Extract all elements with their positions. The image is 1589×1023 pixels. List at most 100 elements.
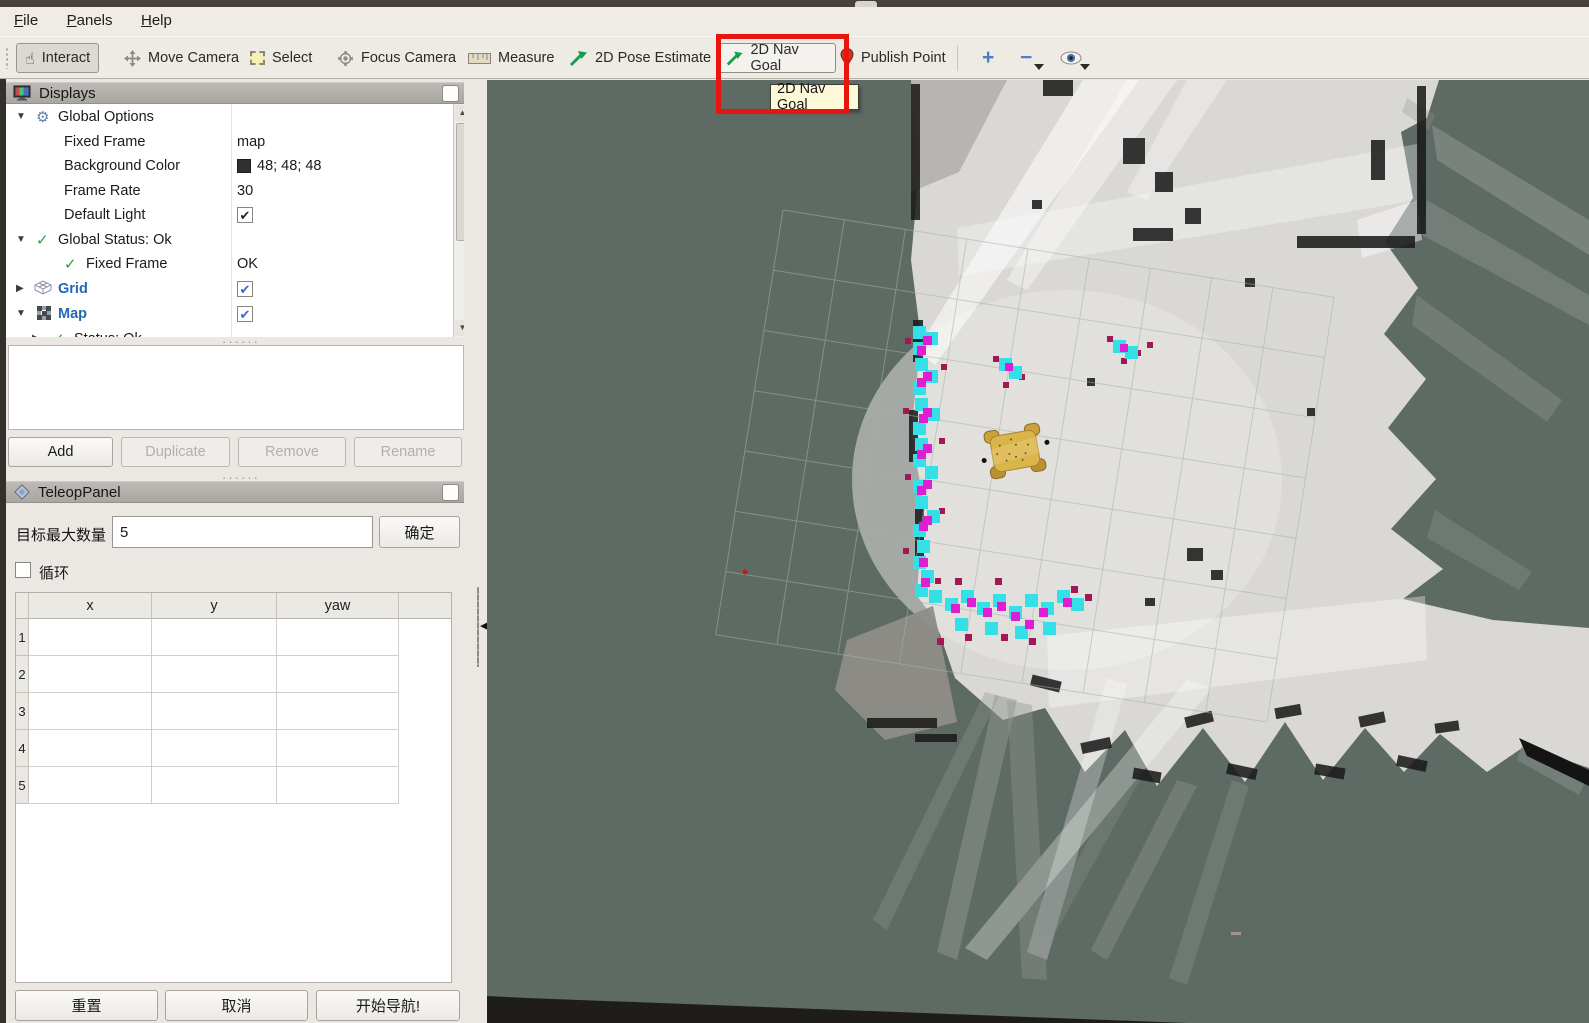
cell-x-5[interactable] <box>29 767 152 804</box>
cell-x-2[interactable] <box>29 656 152 693</box>
tree-scrollbar[interactable]: ▲ ▼ <box>453 104 464 337</box>
expander-open-icon[interactable]: ▼ <box>16 308 26 319</box>
rename-display-button[interactable]: Rename <box>354 437 462 467</box>
select-tool-button[interactable]: Select <box>242 43 320 73</box>
menu-panels[interactable]: Panels <box>57 7 123 29</box>
teleop-float-button[interactable] <box>442 484 459 501</box>
scroll-down-icon[interactable]: ▼ <box>455 320 464 336</box>
cell-y-1[interactable] <box>152 619 277 656</box>
cell-yaw-2[interactable] <box>277 656 399 693</box>
grid-display-icon <box>34 280 52 296</box>
gear-icon: ⚙ <box>36 108 49 126</box>
cell-y-5[interactable] <box>152 767 277 804</box>
column-header-y[interactable]: y <box>152 593 277 619</box>
menu-bar: File Panels Help <box>0 7 1589 36</box>
dock-viewport-splitter[interactable]: ◀ <box>464 79 487 1023</box>
default-light-checkbox[interactable]: ✔ <box>237 207 253 223</box>
cancel-button[interactable]: 取消 <box>165 990 308 1021</box>
plus-icon: + <box>982 49 994 67</box>
goals-table[interactable]: x y yaw 1 2 3 4 5 <box>15 592 452 983</box>
expander-open-icon[interactable]: ▼ <box>16 234 26 245</box>
color-swatch[interactable] <box>237 159 251 173</box>
displays-float-button[interactable] <box>442 85 459 102</box>
menu-help[interactable]: Help <box>131 7 182 29</box>
toolbar-grip[interactable] <box>5 47 10 69</box>
row-header-5[interactable]: 5 <box>16 767 29 804</box>
max-goals-input[interactable]: 5 <box>112 516 373 548</box>
cell-x-4[interactable] <box>29 730 152 767</box>
column-header-yaw[interactable]: yaw <box>277 593 399 619</box>
scroll-up-icon[interactable]: ▲ <box>455 105 464 121</box>
duplicate-display-button[interactable]: Duplicate <box>121 437 230 467</box>
remove-display-button[interactable]: Remove <box>238 437 346 467</box>
move-camera-tool-button[interactable]: Move Camera <box>116 43 247 73</box>
visibility-dropdown-icon[interactable] <box>1080 64 1090 70</box>
row-header-2[interactable]: 2 <box>16 656 29 693</box>
confirm-button[interactable]: 确定 <box>379 516 460 548</box>
measure-tool-button[interactable]: Measure <box>460 43 562 73</box>
scrollbar-thumb[interactable] <box>456 123 464 241</box>
tree-row-global-options[interactable]: ▼ ⚙ Global Options <box>6 106 446 130</box>
publish-point-tool-button[interactable]: Publish Point <box>832 43 954 73</box>
teleop-panel-header[interactable]: TeleopPanel <box>6 481 464 503</box>
row-label: Default Light <box>64 207 145 223</box>
tree-row-frame-rate[interactable]: Frame Rate 30 <box>6 180 446 204</box>
cell-y-3[interactable] <box>152 693 277 730</box>
teleop-panel-title: TeleopPanel <box>38 484 121 501</box>
displays-tree[interactable]: ▼ ⚙ Global Options Fixed Frame map Backg… <box>6 104 464 337</box>
row-label: Global Status: Ok <box>58 232 172 248</box>
cell-y-4[interactable] <box>152 730 277 767</box>
fixed-frame-value[interactable]: map <box>237 134 265 150</box>
tree-row-global-status[interactable]: ▼ ✓ Global Status: Ok <box>6 229 446 253</box>
tree-row-map[interactable]: ▼ Map ✔ <box>6 303 446 327</box>
expander-closed-icon[interactable]: ▶ <box>32 333 40 337</box>
expander-closed-icon[interactable]: ▶ <box>16 283 24 294</box>
move-camera-label: Move Camera <box>148 50 239 66</box>
table-corner-cell <box>16 593 29 619</box>
row-header-4[interactable]: 4 <box>16 730 29 767</box>
cell-yaw-4[interactable] <box>277 730 399 767</box>
splitter-dots <box>477 587 479 667</box>
menu-file[interactable]: File <box>4 7 48 29</box>
interact-hand-icon: ☝ <box>25 49 35 68</box>
background-color-value[interactable]: 48; 48; 48 <box>257 158 322 174</box>
row-label: Grid <box>58 281 88 297</box>
cell-yaw-1[interactable] <box>277 619 399 656</box>
add-display-button[interactable]: Add <box>8 437 113 467</box>
grid-enabled-checkbox[interactable]: ✔ <box>237 281 253 297</box>
tree-row-fixed-frame-status[interactable]: ✓ Fixed Frame OK <box>6 253 446 277</box>
remove-tool-dropdown-icon[interactable] <box>1034 64 1044 70</box>
frame-rate-value[interactable]: 30 <box>237 183 253 199</box>
cell-x-3[interactable] <box>29 693 152 730</box>
start-navigation-button[interactable]: 开始导航! <box>316 990 460 1021</box>
map-display-icon <box>36 305 52 321</box>
expander-open-icon[interactable]: ▼ <box>16 111 26 122</box>
focus-camera-icon <box>337 50 354 67</box>
tree-row-default-light[interactable]: Default Light ✔ <box>6 204 446 228</box>
column-header-x[interactable]: x <box>29 593 152 619</box>
status-ok-check-icon: ✓ <box>64 255 77 273</box>
cell-y-2[interactable] <box>152 656 277 693</box>
interact-tool-button[interactable]: ☝ Interact <box>16 43 99 73</box>
highlight-annotation-box <box>716 34 849 114</box>
displays-panel-header[interactable]: Displays <box>6 82 464 104</box>
cell-yaw-5[interactable] <box>277 767 399 804</box>
move-camera-icon <box>124 50 141 67</box>
teleop-panel-icon <box>14 484 30 500</box>
row-label: Fixed Frame <box>64 134 145 150</box>
tree-row-fixed-frame[interactable]: Fixed Frame map <box>6 131 446 155</box>
max-goals-value: 5 <box>120 524 128 541</box>
loop-checkbox[interactable] <box>15 562 31 578</box>
row-header-3[interactable]: 3 <box>16 693 29 730</box>
reset-button[interactable]: 重置 <box>15 990 158 1021</box>
tree-row-background-color[interactable]: Background Color 48; 48; 48 <box>6 155 446 179</box>
tree-row-grid[interactable]: ▶ Grid ✔ <box>6 278 446 302</box>
add-tool-button[interactable]: + <box>974 43 1002 73</box>
render-viewport[interactable] <box>487 80 1589 1023</box>
pose-estimate-tool-button[interactable]: 2D Pose Estimate <box>560 43 719 73</box>
focus-camera-tool-button[interactable]: Focus Camera <box>329 43 464 73</box>
map-enabled-checkbox[interactable]: ✔ <box>237 306 253 322</box>
row-header-1[interactable]: 1 <box>16 619 29 656</box>
cell-yaw-3[interactable] <box>277 693 399 730</box>
cell-x-1[interactable] <box>29 619 152 656</box>
